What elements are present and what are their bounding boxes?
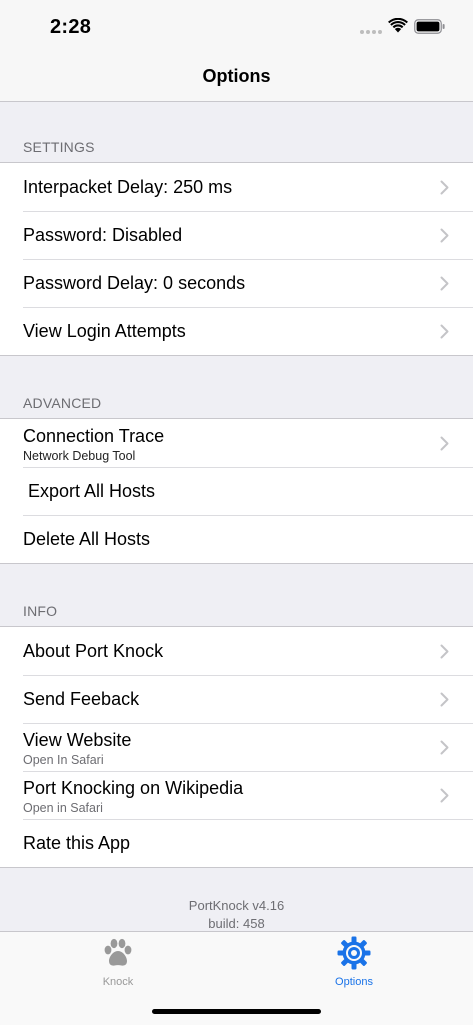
row-about-port-knock[interactable]: About Port Knock	[0, 627, 473, 675]
wifi-icon	[388, 18, 408, 33]
paw-icon	[104, 938, 132, 966]
cellular-signal-icon	[360, 30, 382, 34]
home-indicator	[152, 1009, 321, 1014]
row-label: Port Knocking on Wikipedia	[23, 778, 244, 798]
row-label: Send Feeback	[23, 689, 140, 709]
chevron-right-icon	[440, 692, 449, 707]
battery-icon	[414, 19, 445, 34]
row-label: Connection Trace	[23, 426, 165, 446]
row-connection-trace[interactable]: Connection Trace Network Debug Tool	[0, 419, 473, 467]
chevron-right-icon	[440, 644, 449, 659]
row-view-website[interactable]: View Website Open In Safari	[0, 723, 473, 771]
row-label: Export All Hosts	[28, 481, 156, 501]
gear-icon	[337, 936, 371, 970]
row-label: Delete All Hosts	[23, 529, 151, 549]
chevron-right-icon	[440, 740, 449, 755]
row-label: Interpacket Delay: 250 ms	[23, 177, 233, 197]
row-label: Rate this App	[23, 833, 131, 853]
section-header-settings: SETTINGS	[23, 139, 95, 155]
tab-options[interactable]: Options	[294, 936, 414, 988]
tab-label: Options	[335, 976, 373, 988]
info-group: About Port Knock Send Feeback View Websi…	[0, 626, 473, 868]
section-header-info: INFO	[23, 603, 58, 619]
page-title: Options	[202, 66, 271, 86]
chevron-right-icon	[440, 788, 449, 803]
chevron-right-icon	[440, 228, 449, 243]
tab-label: Knock	[102, 976, 134, 988]
advanced-group: Connection Trace Network Debug Tool Expo…	[0, 418, 473, 564]
chevron-right-icon	[440, 276, 449, 291]
section-header-advanced: ADVANCED	[23, 395, 102, 411]
row-label: About Port Knock	[23, 641, 164, 661]
row-view-login-attempts[interactable]: View Login Attempts	[0, 307, 473, 355]
row-subtitle: Network Debug Tool	[23, 449, 136, 463]
row-port-knocking-wikipedia[interactable]: Port Knocking on Wikipedia Open in Safar…	[0, 771, 473, 819]
row-password-delay[interactable]: Password Delay: 0 seconds	[0, 259, 473, 307]
row-interpacket-delay[interactable]: Interpacket Delay: 250 ms	[0, 163, 473, 211]
row-password[interactable]: Password: Disabled	[0, 211, 473, 259]
version-label: PortKnock v4.16	[188, 898, 285, 913]
row-label: Password: Disabled	[23, 225, 183, 245]
row-export-all-hosts[interactable]: Export All Hosts	[0, 467, 473, 515]
version-footer: PortKnock v4.16 build: 458	[0, 897, 473, 933]
row-subtitle: Open in Safari	[23, 801, 103, 815]
navigation-bar: Options	[0, 54, 473, 102]
status-bar: 2:28	[0, 0, 473, 54]
row-label: Password Delay: 0 seconds	[23, 273, 246, 293]
row-label: View Login Attempts	[23, 321, 186, 341]
row-send-feedback[interactable]: Send Feeback	[0, 675, 473, 723]
chevron-right-icon	[440, 324, 449, 339]
tab-knock[interactable]: Knock	[58, 936, 178, 988]
row-subtitle: Open In Safari	[23, 753, 104, 767]
settings-group: Interpacket Delay: 250 ms Password: Disa…	[0, 162, 473, 356]
row-label: View Website	[23, 730, 132, 750]
chevron-right-icon	[440, 436, 449, 451]
row-delete-all-hosts[interactable]: Delete All Hosts	[0, 515, 473, 563]
status-time: 2:28	[50, 16, 92, 38]
row-rate-this-app[interactable]: Rate this App	[0, 819, 473, 867]
chevron-right-icon	[440, 180, 449, 195]
